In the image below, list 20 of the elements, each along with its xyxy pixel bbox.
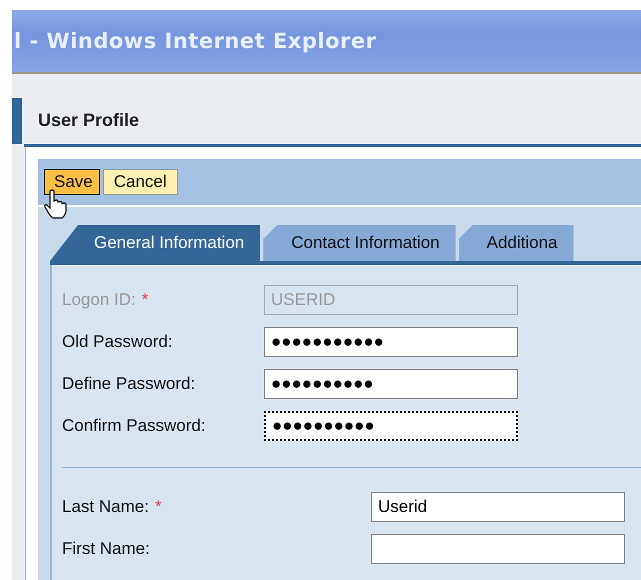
field-label: Define Password: [62, 374, 196, 394]
input-field[interactable]: ●●●●●●●●●● [264, 411, 518, 441]
tab[interactable]: Additiona [458, 225, 574, 261]
hand-cursor-icon [43, 189, 67, 219]
page-title: User Profile [37, 109, 140, 132]
field-label: Last Name: * [62, 497, 163, 517]
tab[interactable]: Contact Information [263, 225, 456, 261]
field-label: Old Password: [62, 332, 174, 352]
heading-marker [12, 98, 22, 144]
input-field[interactable] [371, 534, 625, 564]
input-field[interactable]: ●●●●●●●●●● [264, 369, 518, 399]
cancel-button[interactable]: Cancel [102, 169, 178, 195]
input-field[interactable]: ●●●●●●●●●●● [264, 327, 518, 357]
field-label: Confirm Password: [62, 416, 207, 436]
field-label: First Name: [62, 539, 151, 559]
tab[interactable]: General Information [50, 225, 260, 261]
field-label: Logon ID: * [62, 290, 150, 310]
input-field[interactable]: Userid [371, 492, 625, 522]
window-title: l - Windows Internet Explorer [13, 29, 376, 53]
save-button[interactable]: Save [44, 169, 100, 195]
